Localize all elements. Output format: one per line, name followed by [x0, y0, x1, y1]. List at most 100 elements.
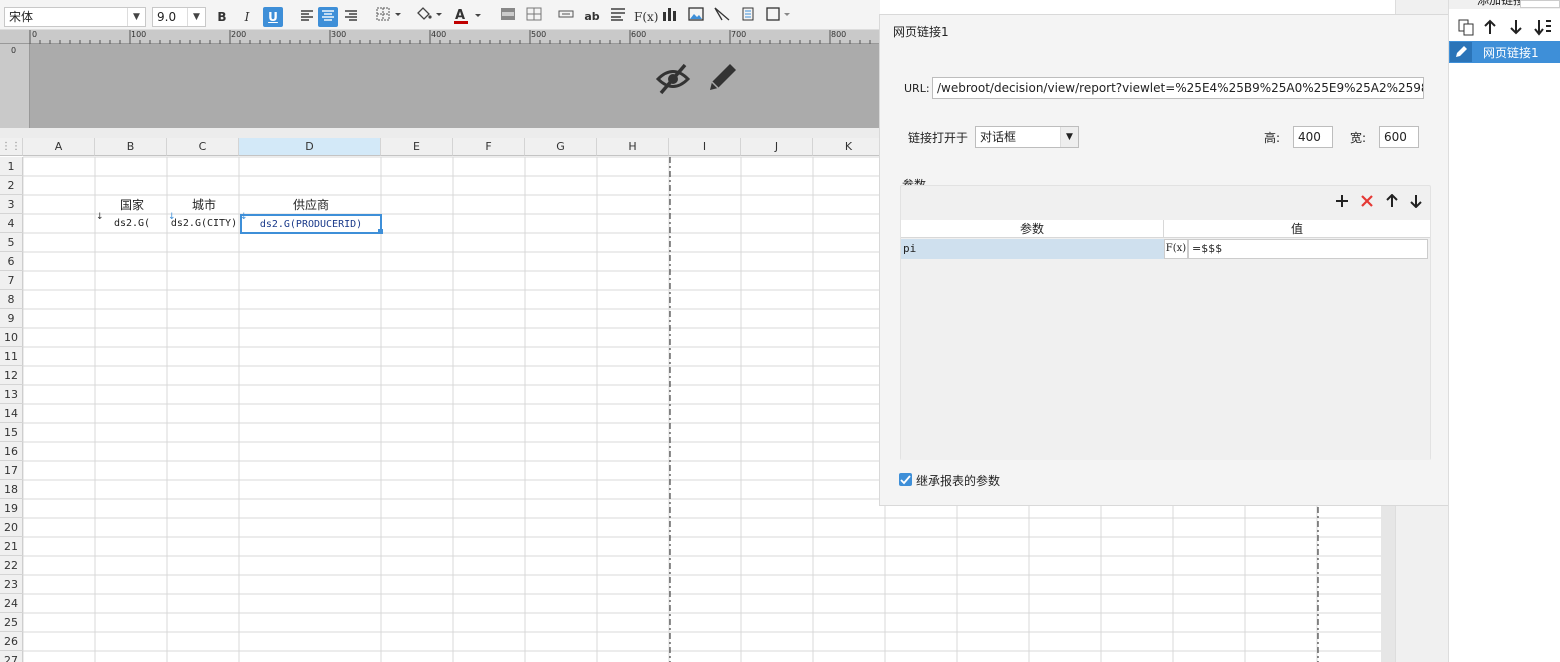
- cell-b3[interactable]: 国家: [96, 196, 168, 215]
- svg-text:A: A: [455, 8, 465, 23]
- ruler-label: 200: [231, 30, 247, 39]
- inherit-params-label: 继承报表的参数: [916, 474, 1001, 488]
- open-in-select[interactable]: 对话框 ▼: [975, 126, 1079, 148]
- params-table: 参数 值 pi F(x) =$$$: [901, 220, 1430, 460]
- hyperlink-dialog: 网页链接1 URL: /webroot/decision/view/report…: [879, 14, 1449, 506]
- text-color-icon: A: [454, 8, 481, 24]
- width-label: 宽:: [1350, 131, 1367, 145]
- param-value-header: 值: [1164, 220, 1430, 238]
- move-link-up-button[interactable]: [1484, 19, 1496, 38]
- bold-button[interactable]: B: [212, 7, 232, 27]
- param-value-input[interactable]: =$$$: [1188, 239, 1428, 259]
- font-name-value: 宋体: [9, 10, 34, 24]
- more-icon[interactable]: ···: [1410, 0, 1421, 6]
- move-link-down-button[interactable]: [1510, 19, 1522, 38]
- delete-param-button[interactable]: [1360, 194, 1374, 211]
- move-param-down-button[interactable]: [1410, 194, 1422, 211]
- fill-handle[interactable]: [378, 229, 383, 234]
- formula-button[interactable]: F(x): [634, 7, 658, 27]
- ruler-label: 400: [431, 30, 447, 39]
- image-button[interactable]: [686, 7, 706, 27]
- panel-search-box[interactable]: [1520, 0, 1560, 8]
- add-param-button[interactable]: [1335, 194, 1349, 211]
- copy-link-button[interactable]: [1457, 18, 1475, 39]
- underline-button[interactable]: U: [263, 7, 283, 27]
- paragraph-icon: [611, 8, 625, 21]
- arrow-down-icon: [1410, 195, 1422, 209]
- text-ab-icon: ab: [584, 10, 600, 23]
- ruler-label: 100: [131, 30, 147, 39]
- ruler-label: 0: [32, 30, 38, 39]
- ruler-label: 300: [331, 30, 347, 39]
- sort-link-button[interactable]: [1534, 18, 1552, 39]
- text-color-button[interactable]: A: [452, 7, 484, 27]
- chevron-down-icon[interactable]: ▼: [1060, 127, 1078, 147]
- arrow-up-icon: [1484, 19, 1496, 34]
- chevron-down-icon[interactable]: ▼: [187, 8, 205, 26]
- link-list-item[interactable]: 网页链接1: [1449, 41, 1560, 63]
- horizontal-ruler: 0 100 200 300 400 500 600 700 800: [0, 30, 880, 44]
- cell-b4[interactable]: ds2.G(: [96, 215, 168, 234]
- merge-cells-icon: [501, 8, 515, 20]
- merge-cells-button[interactable]: [498, 7, 518, 27]
- link-list-item-label: 网页链接1: [1483, 46, 1539, 60]
- cell-border-button[interactable]: [764, 7, 792, 27]
- border-icon: [376, 7, 401, 21]
- align-left-button[interactable]: [297, 7, 317, 27]
- ruler-label: 500: [531, 30, 547, 39]
- align-right-button[interactable]: [341, 7, 361, 27]
- align-center-button[interactable]: [318, 7, 338, 27]
- vertical-ruler: 0: [0, 44, 30, 128]
- inherit-params-checkbox[interactable]: [899, 473, 912, 486]
- sub-report-button[interactable]: [738, 7, 758, 27]
- cell-d3[interactable]: 供应商: [240, 196, 382, 215]
- close-icon: [1361, 195, 1373, 207]
- toolbar: 宋体 ▼ 9.0 ▼ B I U A ab F(x): [0, 0, 880, 30]
- header-footer-area: [30, 44, 880, 128]
- align-center-icon: [322, 10, 334, 21]
- height-input[interactable]: 400: [1293, 126, 1333, 148]
- rich-text-button[interactable]: [608, 7, 628, 27]
- cell-d4-selected[interactable]: ds2.G(PRODUCERID): [240, 214, 382, 234]
- move-param-up-button[interactable]: [1386, 193, 1398, 211]
- align-right-icon: [345, 10, 357, 21]
- param-name-header: 参数: [901, 220, 1164, 238]
- slash-button[interactable]: [712, 7, 732, 27]
- arrow-down-icon: [1510, 20, 1522, 35]
- insert-field-button[interactable]: [556, 7, 576, 27]
- eye-slash-icon[interactable]: [655, 62, 691, 99]
- italic-button[interactable]: I: [237, 7, 257, 27]
- bar-chart-icon: [663, 8, 676, 21]
- cell-c3[interactable]: 城市: [168, 196, 240, 215]
- formula-icon[interactable]: F(x): [1164, 239, 1188, 259]
- dialog-title: 网页链接1: [893, 25, 949, 39]
- font-size-select[interactable]: 9.0 ▼: [152, 7, 206, 27]
- expand-down-icon: ↓: [168, 212, 176, 222]
- plus-icon: [1336, 195, 1348, 207]
- copy-icon: [1458, 19, 1474, 36]
- font-name-select[interactable]: 宋体 ▼: [4, 7, 146, 27]
- open-in-value: 对话框: [980, 130, 1017, 144]
- split-cells-button[interactable]: [524, 7, 544, 27]
- pencil-icon[interactable]: [706, 60, 740, 97]
- text-field-icon: [558, 10, 574, 18]
- split-cells-icon: [526, 7, 542, 21]
- sort-down-icon: [1534, 20, 1551, 36]
- url-input[interactable]: /webroot/decision/view/report?viewlet=%2…: [932, 77, 1424, 99]
- hyperlink-list-panel: 添加链接 网页链接1: [1448, 0, 1560, 662]
- cell-c4[interactable]: ds2.G(CITY): [168, 215, 240, 234]
- width-input[interactable]: 600: [1379, 126, 1419, 148]
- expand-down-icon: ↓: [240, 212, 248, 222]
- pencil-icon: [1450, 42, 1472, 62]
- fill-color-button[interactable]: [414, 7, 444, 27]
- chart-button[interactable]: [660, 7, 680, 27]
- add-link-title: 添加链接: [1477, 0, 1526, 7]
- border-button[interactable]: [374, 7, 402, 27]
- chevron-down-icon[interactable]: ▼: [127, 8, 145, 26]
- text-button[interactable]: ab: [582, 7, 602, 27]
- open-in-label: 链接打开于: [908, 131, 969, 145]
- diagonal-line-icon: [714, 7, 730, 21]
- document-icon: [742, 7, 754, 21]
- param-name-cell[interactable]: pi: [901, 239, 1164, 259]
- check-icon: [900, 475, 911, 485]
